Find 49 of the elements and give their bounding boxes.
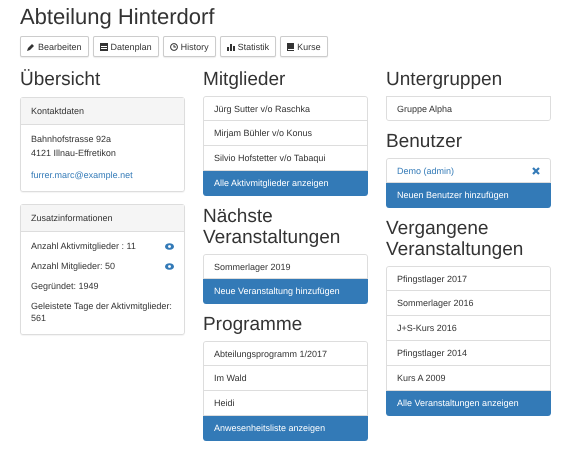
list-item[interactable]: Pfingstlager 2014 — [386, 341, 551, 366]
section-heading: Untergruppen — [386, 69, 504, 90]
list-item[interactable]: Heidi — [203, 391, 368, 416]
email-link[interactable]: furrer.marc@example.net — [31, 169, 133, 181]
action-button[interactable]: Neue Veranstaltung hinzufügen — [203, 279, 368, 304]
panel-title: Zusatzinformationen — [21, 205, 184, 232]
list-item[interactable]: Abteilungsprogramm 1/2017 — [203, 341, 368, 366]
toolbar-button[interactable]: Kurse — [280, 36, 328, 57]
section-heading: Benutzer — [386, 131, 464, 152]
calendar-icon — [100, 42, 108, 50]
user-link[interactable]: Demo (admin) — [397, 166, 454, 176]
panel-title: Kontaktdaten — [21, 98, 184, 125]
pencil-icon — [27, 42, 35, 50]
section-heading: Vergangene Veranstaltungen — [386, 218, 524, 260]
info-text: 4121 Illnau-Effretikon — [31, 147, 116, 159]
list-item[interactable]: Pfingstlager 2017 — [386, 266, 551, 291]
info-text: Anzahl Aktivmitglieder : 11 — [31, 240, 136, 252]
list-item[interactable]: Sommerlager 2019 — [203, 254, 368, 279]
list-item[interactable]: Jürg Sutter v/o Raschka — [203, 96, 368, 121]
toolbar-button[interactable]: History — [162, 36, 216, 57]
action-button[interactable]: Anwesenheitsliste anzeigen — [203, 416, 368, 441]
list-item[interactable]: Sommerlager 2016 — [386, 291, 551, 316]
toolbar-button[interactable]: Datenplan — [92, 36, 159, 57]
bar-chart-icon — [226, 42, 235, 50]
section-heading: Nächste Veranstaltungen — [203, 206, 342, 248]
action-button[interactable]: Alle Veranstaltungen anzeigen — [386, 391, 551, 416]
book-icon — [287, 42, 294, 50]
list-item[interactable]: Im Wald — [203, 366, 368, 391]
eye-icon[interactable] — [165, 262, 174, 270]
action-button[interactable]: Alle Aktivmitglieder anzeigen — [203, 171, 368, 196]
section-heading: Mitglieder — [203, 69, 286, 90]
toolbar-button[interactable]: Statistik — [220, 36, 276, 57]
info-text: Geleistete Tage der Aktivmitglieder: 561 — [31, 300, 173, 324]
section-heading: Übersicht — [20, 69, 102, 91]
list-item[interactable]: J+S-Kurs 2016 — [386, 316, 551, 341]
action-button[interactable]: Neuen Benutzer hinzufügen — [386, 183, 551, 208]
info-text: Gegründet: 1949 — [31, 280, 99, 292]
list-item[interactable]: Gruppe Alpha — [386, 96, 551, 121]
info-text: Bahnhofstrasse 92a — [31, 133, 112, 145]
page-title: Abteilung Hinterdorf — [20, 4, 216, 30]
section-heading: Programme — [203, 314, 304, 335]
list-item[interactable]: Kurs A 2009 — [386, 366, 551, 391]
clock-icon — [170, 42, 178, 50]
toolbar-button[interactable]: Bearbeiten — [20, 36, 89, 57]
list-item[interactable]: Silvio Hofstetter v/o Tabaqui — [203, 146, 368, 171]
info-text: Anzahl Mitglieder: 50 — [31, 260, 116, 272]
remove-icon[interactable] — [532, 166, 540, 174]
eye-icon[interactable] — [165, 242, 174, 250]
list-item[interactable]: Mirjam Bühler v/o Konus — [203, 121, 368, 146]
